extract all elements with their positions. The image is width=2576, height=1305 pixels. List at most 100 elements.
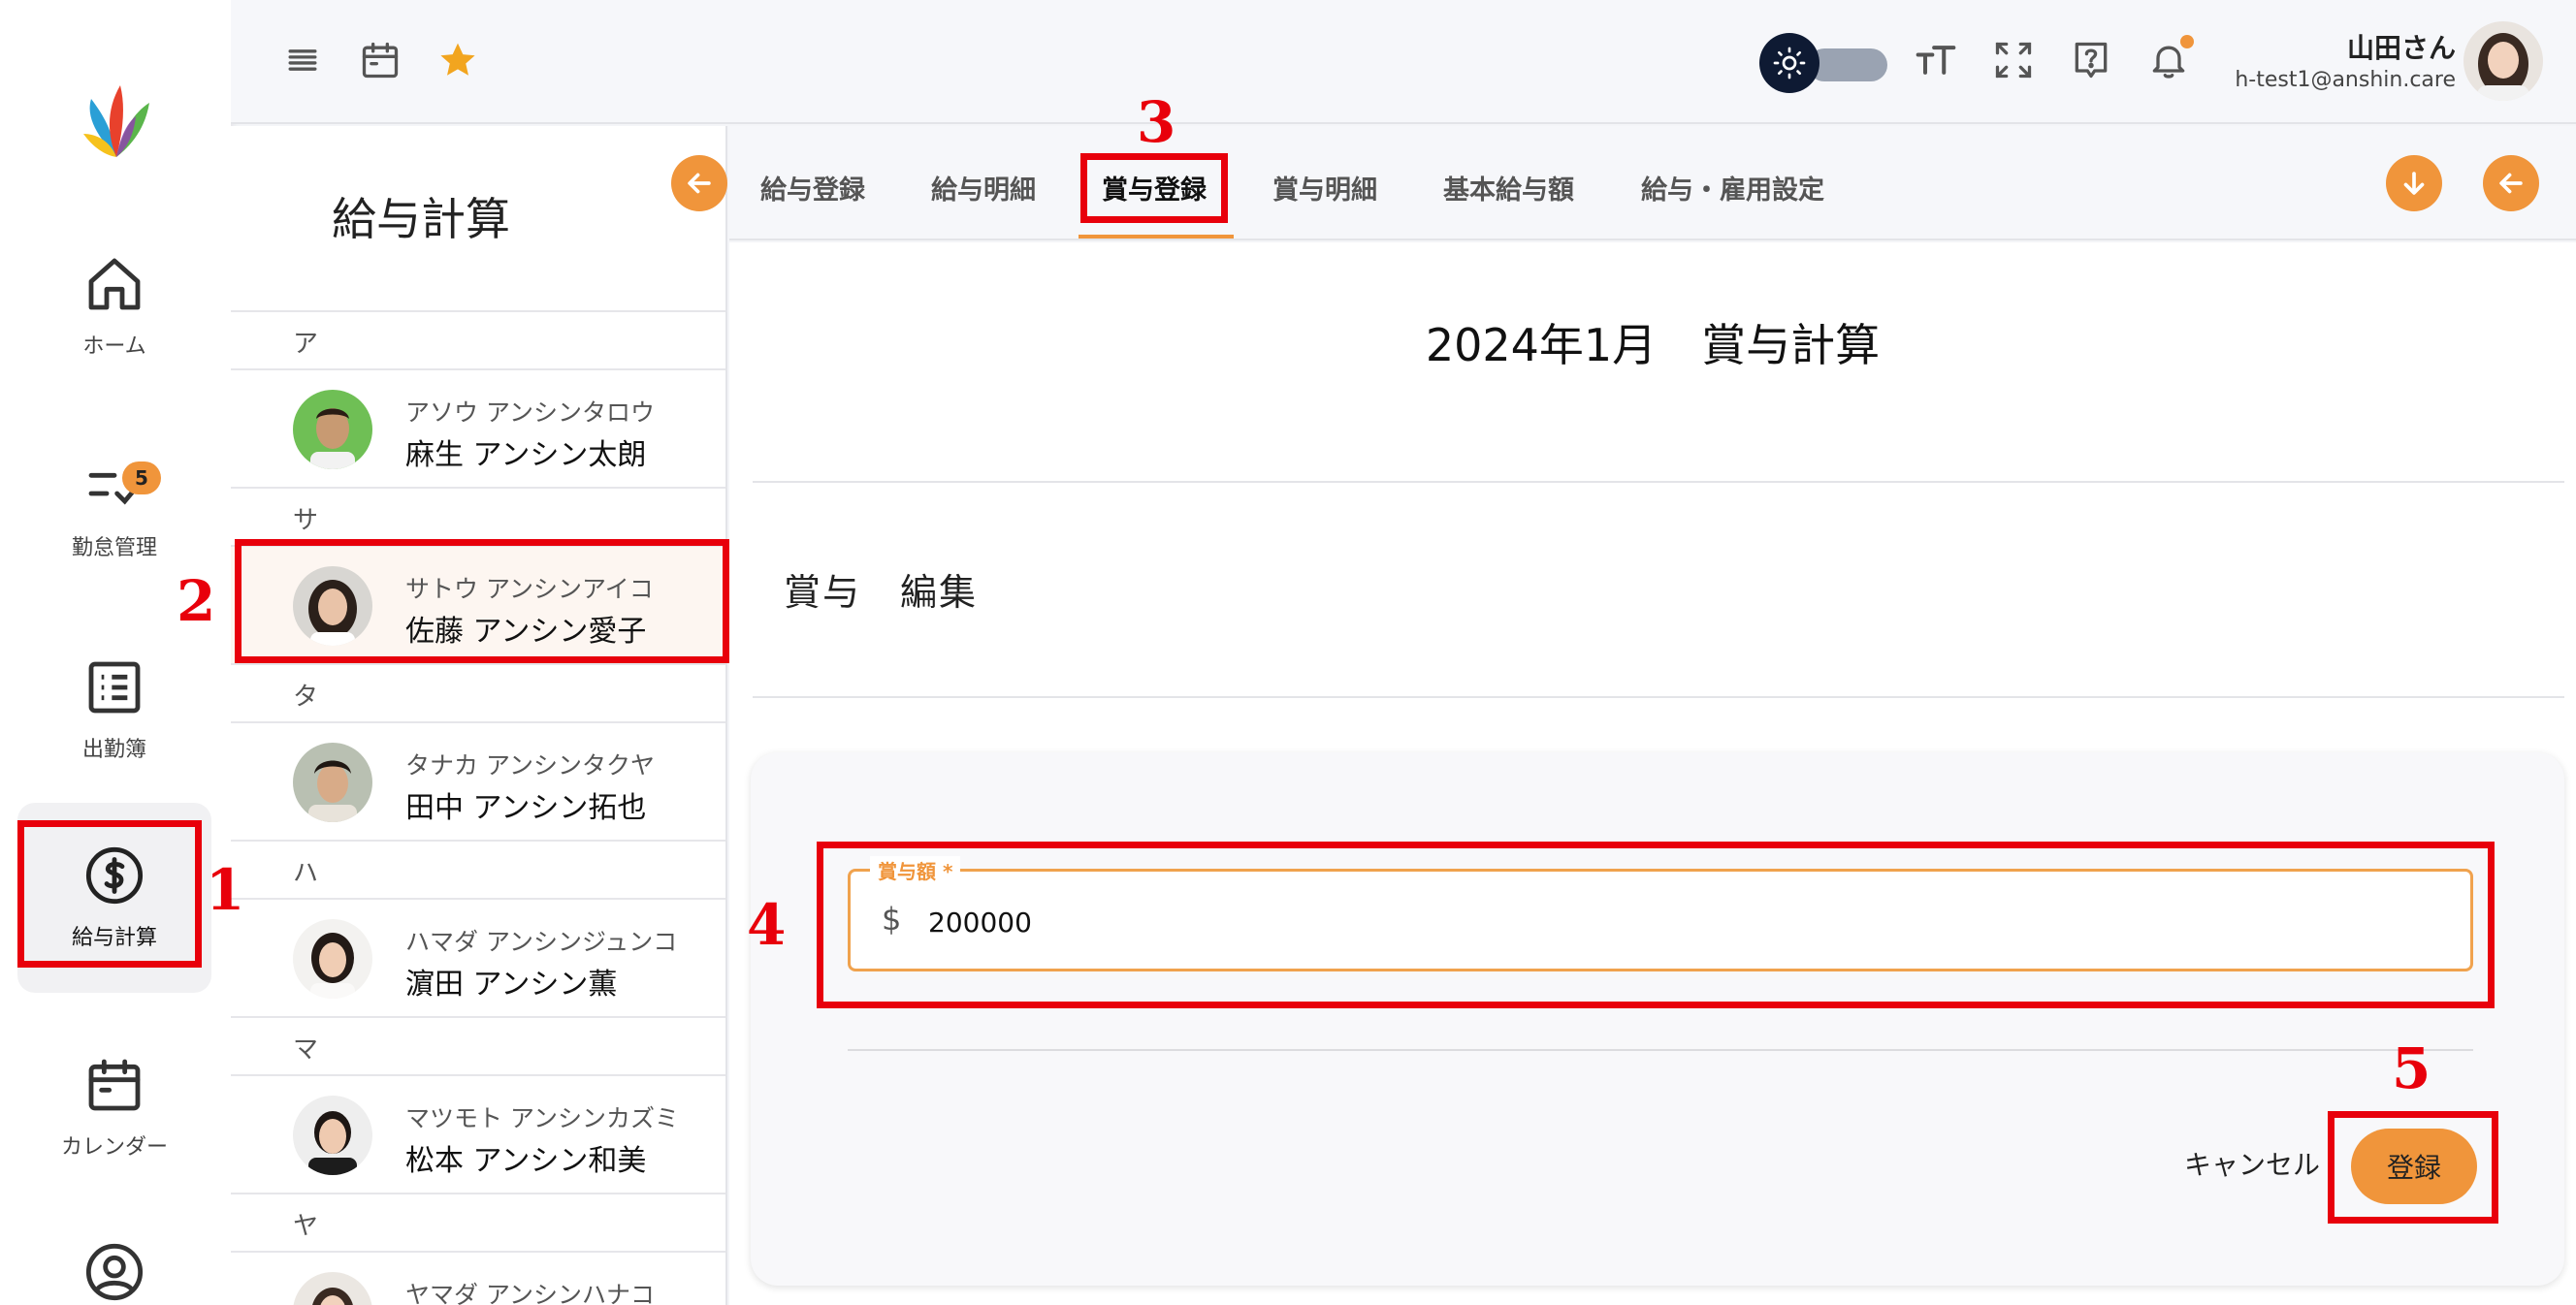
employee-row[interactable]: サトウ アンシンアイコ 佐藤 アンシン愛子 — [231, 545, 725, 663]
employee-kana: ヤマダ アンシンハナコ — [405, 1281, 655, 1305]
nav-calendar[interactable]: カレンダー — [17, 1012, 211, 1202]
step-number-5: 5 — [2392, 1035, 2431, 1101]
employee-name: 松本 アンシン和美 — [405, 1144, 647, 1178]
back-button[interactable] — [2483, 155, 2539, 211]
divider — [848, 1049, 2473, 1051]
bonus-amount-field[interactable]: 賞与額 * $ — [848, 856, 2473, 971]
employee-avatar — [293, 919, 372, 999]
employee-avatar — [293, 1272, 372, 1305]
employee-row[interactable]: タナカ アンシンタクヤ 田中 アンシン拓也 — [231, 721, 725, 840]
panel-title: 給与計算 — [332, 193, 510, 245]
nav-label-attendance: 勤怠管理 — [71, 536, 157, 560]
employee-avatar — [293, 1096, 372, 1175]
app-logo[interactable] — [78, 70, 155, 167]
tab-bonus-entry[interactable]: 賞与登録 — [1102, 169, 1207, 227]
cancel-button[interactable]: キャンセル — [2184, 1144, 2320, 1183]
theme-toggle-track — [1808, 48, 1887, 81]
nav-home[interactable]: ホーム — [17, 211, 211, 401]
employee-row[interactable]: ヤマダ アンシンハナコ — [231, 1251, 725, 1305]
employee-row[interactable]: ハマダ アンシンジュンコ 濵田 アンシン薫 — [231, 898, 725, 1016]
arrow-left-icon — [688, 173, 711, 194]
employee-kana: アソウ アンシンタロウ — [405, 398, 655, 427]
bonus-form-card — [751, 752, 2564, 1286]
theme-toggle[interactable] — [1759, 33, 1899, 93]
font-size-button[interactable] — [1911, 35, 1961, 85]
employee-row[interactable]: アソウ アンシンタロウ 麻生 アンシン太朗 — [231, 368, 725, 487]
bonus-amount-label: 賞与額 * — [870, 856, 961, 884]
menu-button[interactable] — [277, 35, 328, 85]
group-header: マ — [231, 1016, 725, 1074]
section-title: 賞与 編集 — [784, 571, 979, 614]
employee-avatar — [293, 743, 372, 822]
step-number-3: 3 — [1137, 89, 1176, 155]
group-header: ハ — [231, 840, 725, 898]
bonus-amount-input[interactable] — [928, 895, 2441, 949]
collapse-panel-button[interactable] — [671, 155, 727, 211]
top-bar: 山田さん h-test1@anshin.care — [231, 0, 2576, 124]
tab-employment-settings[interactable]: 給与・雇用設定 — [1641, 169, 1824, 227]
fullscreen-button[interactable] — [1988, 35, 2039, 85]
employee-kana: サトウ アンシンアイコ — [405, 575, 654, 603]
step-number-4: 4 — [747, 892, 787, 958]
employee-avatar — [293, 566, 372, 646]
group-header: ア — [231, 310, 725, 368]
nav-label-payroll: 給与計算 — [71, 926, 157, 950]
user-name: 山田さん — [2346, 32, 2456, 64]
calendar-icon — [362, 42, 399, 79]
group-header: サ — [231, 487, 725, 545]
menu-icon — [288, 49, 317, 71]
notification-button[interactable] — [2143, 35, 2194, 85]
help-button[interactable] — [2066, 35, 2116, 85]
nav-label-calendar: カレンダー — [60, 1135, 168, 1160]
nav-timesheet[interactable]: 出勤簿 — [17, 615, 211, 805]
employee-kana: マツモト アンシンカズミ — [405, 1104, 679, 1132]
help-icon — [2075, 42, 2108, 79]
account-circle-icon — [85, 1243, 144, 1301]
divider — [753, 696, 2564, 698]
main-content: 2024年1月 賞与計算 賞与 編集 賞与額 * $ キャンセル 登録 — [729, 242, 2576, 1305]
list-icon — [88, 661, 141, 714]
tab-salary-entry[interactable]: 給与登録 — [760, 169, 865, 227]
step-number-2: 2 — [177, 568, 216, 634]
employee-name: 濵田 アンシン薫 — [405, 968, 618, 1002]
save-button[interactable]: 登録 — [2351, 1129, 2477, 1204]
notification-dot — [2180, 35, 2194, 48]
currency-prefix: $ — [882, 901, 902, 938]
nav-account[interactable] — [17, 1212, 211, 1305]
fullscreen-icon — [1995, 42, 2032, 79]
calendar-icon — [88, 1059, 141, 1111]
active-tab-indicator — [1079, 235, 1234, 239]
step-number-1: 1 — [206, 857, 245, 923]
arrow-left-icon — [2499, 173, 2523, 194]
employee-row[interactable]: マツモト アンシンカズミ 松本 アンシン和美 — [231, 1074, 725, 1193]
employee-name: 田中 アンシン拓也 — [405, 791, 647, 825]
nav-label-home: ホーム — [82, 334, 146, 359]
employee-name: 佐藤 アンシン愛子 — [405, 615, 647, 649]
group-header: タ — [231, 663, 725, 721]
employee-kana: タナカ アンシンタクヤ — [405, 751, 655, 780]
divider — [753, 481, 2564, 483]
home-icon — [88, 258, 141, 310]
employee-name: 麻生 アンシン太朗 — [405, 438, 647, 472]
nav-payroll[interactable]: 給与計算 — [17, 803, 211, 993]
star-icon — [440, 43, 475, 76]
tab-base-salary[interactable]: 基本給与額 — [1443, 169, 1574, 227]
user-email: h-test1@anshin.care — [2235, 68, 2456, 92]
attendance-badge: 5 — [122, 462, 161, 494]
arrow-down-icon — [2403, 172, 2425, 195]
page-title: 2024年1月 賞与計算 — [1425, 319, 1881, 371]
employee-list: ア アソウ アンシンタロウ 麻生 アンシン太朗 サ サトウ アンシンアイコ 佐藤… — [231, 310, 725, 1305]
tabs-bar: 給与登録 給与明細 賞与登録 賞与明細 基本給与額 給与・雇用設定 — [729, 126, 2576, 240]
dollar-circle-icon — [85, 846, 144, 905]
group-header: ヤ — [231, 1193, 725, 1251]
employee-kana: ハマダ アンシンジュンコ — [405, 928, 678, 956]
favorite-button[interactable] — [433, 35, 483, 85]
tab-bonus-statement[interactable]: 賞与明細 — [1272, 169, 1377, 227]
employee-panel: 給与計算 ア アソウ アンシンタロウ 麻生 アンシン太朗 サ サトウ アンシンア… — [231, 126, 727, 1305]
sun-icon — [1759, 33, 1819, 93]
tab-salary-statement[interactable]: 給与明細 — [931, 169, 1036, 227]
user-avatar[interactable] — [2463, 21, 2543, 101]
nav-label-timesheet: 出勤簿 — [81, 738, 146, 762]
calendar-button[interactable] — [355, 35, 405, 85]
scroll-down-button[interactable] — [2386, 155, 2442, 211]
